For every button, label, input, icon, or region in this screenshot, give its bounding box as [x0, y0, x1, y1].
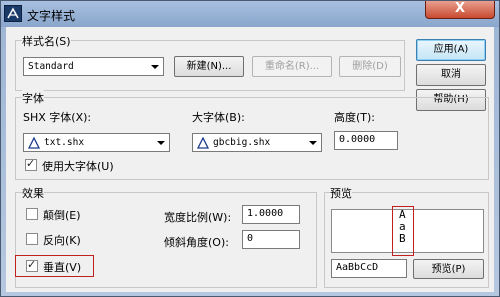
close-button[interactable]: X: [425, 1, 495, 19]
oblique-angle-input[interactable]: 0: [242, 230, 300, 249]
upside-down-label: 颠倒(E): [43, 209, 81, 222]
backwards-label: 反向(K): [43, 234, 81, 247]
dialog-body: 样式名(S) Standard 新建(N)... 重命名(R)... 删除(D)…: [6, 27, 494, 292]
preview-group-label: 预览: [330, 185, 352, 201]
width-factor-input[interactable]: 1.0000: [242, 205, 300, 224]
cancel-button[interactable]: 取消: [416, 64, 486, 86]
use-big-font-checkbox[interactable]: [25, 157, 37, 171]
width-factor-label: 宽度比例(W):: [164, 211, 232, 224]
preview-vertical-text: A a B: [399, 209, 406, 245]
new-style-button[interactable]: 新建(N)...: [174, 56, 244, 77]
big-font-label: 大字体(B):: [192, 111, 245, 124]
shx-font-label: SHX 字体(X):: [23, 111, 92, 124]
chevron-down-icon[interactable]: [153, 136, 167, 149]
use-big-font-label: 使用大字体(U): [42, 160, 114, 173]
preview-button[interactable]: 预览(P): [413, 259, 484, 279]
backwards-checkbox[interactable]: [26, 233, 38, 245]
rename-style-button[interactable]: 重命名(R)...: [252, 56, 332, 77]
preview-area: A a B: [331, 206, 484, 256]
chevron-down-icon[interactable]: [305, 136, 319, 149]
vertical-checkbox[interactable]: [26, 258, 38, 272]
shx-font-dropdown[interactable]: txt.shx: [23, 133, 170, 152]
preview-char: B: [399, 232, 406, 245]
style-name-group-label: 样式名(S): [22, 33, 71, 49]
app-icon: [4, 5, 22, 22]
style-name-dropdown[interactable]: Standard: [23, 57, 164, 76]
big-font-dropdown[interactable]: gbcbig.shx: [192, 133, 322, 152]
vertical-label: 垂直(V): [43, 261, 82, 274]
apply-button[interactable]: 应用(A): [416, 39, 486, 61]
style-name-value: Standard: [28, 61, 74, 72]
chevron-down-icon[interactable]: [147, 60, 161, 73]
shx-font-value: txt.shx: [44, 137, 85, 148]
title-bar[interactable]: 文字样式 X: [1, 1, 499, 27]
preview-sample-input[interactable]: AaBbCcD: [331, 259, 407, 278]
big-font-icon: [196, 136, 210, 149]
upside-down-checkbox[interactable]: [26, 208, 38, 220]
text-style-dialog: 文字样式 X 样式名(S) Standard 新建(N)... 重命名(R)..…: [0, 0, 500, 297]
height-input[interactable]: 0.0000: [334, 131, 398, 150]
oblique-angle-label: 倾斜角度(O):: [164, 236, 229, 249]
font-group-label: 字体: [22, 90, 44, 106]
effects-group-label: 效果: [22, 185, 44, 201]
shx-font-icon: [27, 136, 41, 149]
delete-style-button[interactable]: 删除(D): [339, 56, 401, 77]
height-label: 高度(T):: [334, 111, 376, 124]
big-font-value: gbcbig.shx: [213, 137, 271, 148]
window-title: 文字样式: [27, 9, 76, 23]
